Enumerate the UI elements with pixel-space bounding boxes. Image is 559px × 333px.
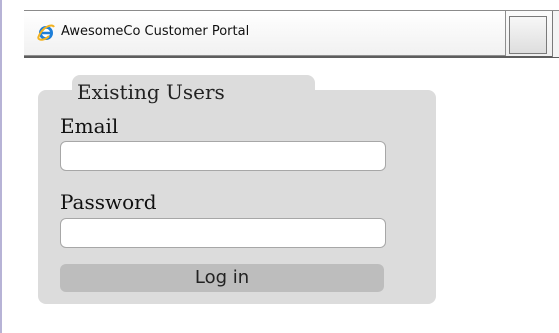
password-label: Password [60, 190, 157, 214]
tab-strip-edge [552, 11, 559, 57]
email-input[interactable] [60, 141, 386, 171]
log-in-button[interactable]: Log in [60, 264, 384, 292]
existing-users-legend: Existing Users [77, 80, 225, 104]
window-left-border [0, 0, 2, 333]
ie-icon [36, 23, 56, 43]
password-input[interactable] [60, 218, 386, 248]
new-tab-button[interactable] [509, 16, 547, 54]
browser-tab-strip: AwesomeCo Customer Portal [24, 10, 559, 58]
email-label: Email [60, 114, 119, 138]
browser-tab[interactable]: AwesomeCo Customer Portal [24, 11, 506, 56]
tab-title: AwesomeCo Customer Portal [61, 24, 250, 39]
